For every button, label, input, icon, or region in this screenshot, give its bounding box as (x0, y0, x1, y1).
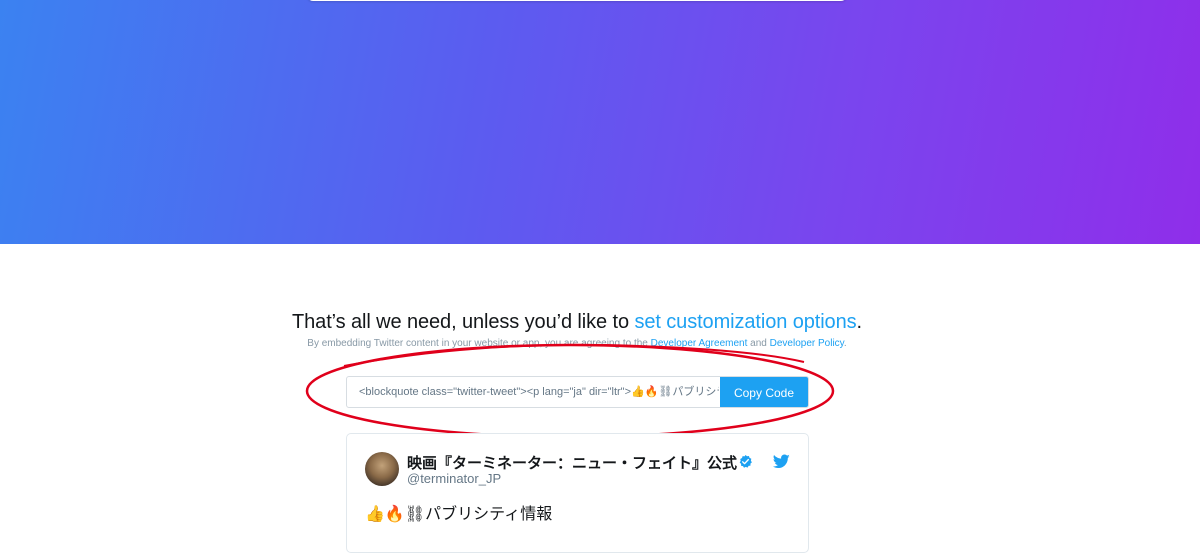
copy-code-button[interactable]: Copy Code (720, 377, 808, 407)
tweet-text: 👍🔥⛓パブリシティ情報 (365, 506, 553, 523)
embed-code-box: Copy Code (346, 376, 809, 408)
legal-notice: By embedding Twitter content in your web… (0, 338, 1154, 349)
customization-options-link[interactable]: set customization options (634, 311, 856, 333)
twitter-bird-icon[interactable] (773, 454, 790, 469)
verified-badge-icon (739, 454, 752, 468)
legal-and: and (747, 338, 770, 349)
embed-code-field[interactable] (347, 377, 721, 407)
headline-period: . (856, 311, 863, 333)
developer-policy-link[interactable]: Developer Policy (770, 338, 844, 349)
developer-agreement-link[interactable]: Developer Agreement (651, 338, 748, 349)
url-input-edge[interactable] (307, 0, 847, 1)
headline-text: That’s all we need, unless you’d like to (292, 311, 635, 333)
legal-text: By embedding Twitter content in your web… (307, 338, 651, 349)
headline: That’s all we need, unless you’d like to… (0, 311, 1154, 334)
legal-period: . (843, 338, 847, 349)
tweet-handle[interactable]: @terminator_JP (407, 471, 501, 486)
tweet-display-name[interactable]: 映画『ターミネーター：ニュー・フェイト』公式 (407, 452, 737, 473)
avatar[interactable] (365, 452, 399, 486)
hero-banner (0, 0, 1200, 244)
embedded-tweet-card: 映画『ターミネーター：ニュー・フェイト』公式 @terminator_JP 👍🔥… (346, 433, 809, 553)
